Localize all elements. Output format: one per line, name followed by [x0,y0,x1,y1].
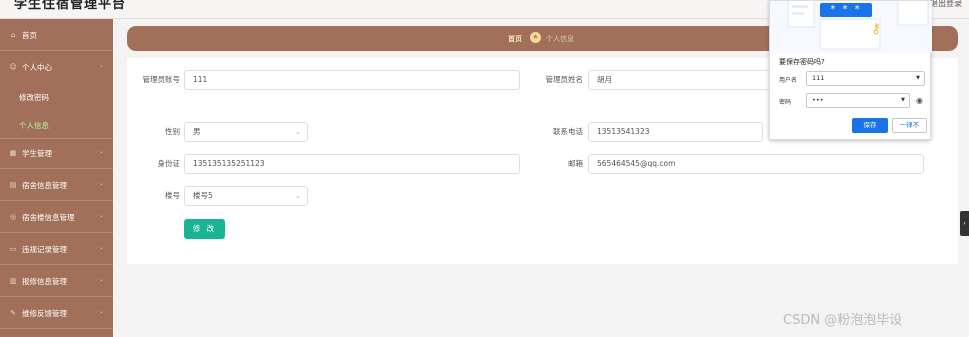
chevron-down-icon: ⌄ [98,180,104,187]
sidebar-item-students[interactable]: ▦ 学生管理 ⌄ [0,137,113,169]
building-label: 楼号 [165,191,180,200]
chevron-down-icon: ⌄ [98,62,104,69]
gender-value: 男 [193,127,201,136]
watermark: CSDN @粉泡泡毕设 [783,313,903,328]
chevron-down-icon: ⌄ [295,192,301,200]
sidebar-subitem-change-password[interactable]: 修改密码 [0,83,113,111]
sidebar-item-label: 个人中心 [22,63,52,72]
sidebar-item-label: 宿舍楼信息管理 [22,213,75,222]
building-icon: ▤ [9,181,17,189]
popup-password-field[interactable]: ••• ▼ [806,93,910,108]
sidebar: ⌂ 首页 ☺ 个人中心 ⌄ 修改密码 个人信息 ▦ 学生管理 ⌄ ▤ 宿舍信息管… [0,19,113,337]
home-icon: ⌂ [10,31,16,39]
grid-icon: ▦ [9,149,17,157]
sidebar-subitem-label: 个人信息 [19,121,49,130]
chevron-down-icon: ⌄ [98,148,104,155]
dropdown-arrow-icon: ▼ [916,75,920,81]
account-label: 管理员账号 [142,75,181,84]
idcard-label: 身份证 [157,159,181,168]
logout-link[interactable]: 退出登录 [930,0,962,9]
sidebar-item-repair-feedback[interactable]: ✎ 维修反馈管理 ⌄ [0,297,113,329]
popup-username-field[interactable]: 111 ▼ [806,71,925,86]
key-icon: ⚷ [871,21,882,37]
sidebar-subitem-personal-info[interactable]: 个人信息 [0,111,113,139]
phone-input[interactable]: 13513541323 [588,122,763,142]
chevron-down-icon: ⌄ [98,244,104,251]
app-title: 学生住宿管理平台 [14,0,127,12]
popup-password-label: 密码 [779,99,792,106]
sidebar-item-home[interactable]: ⌂ 首页 [0,19,113,51]
sidebar-item-label: 学生管理 [22,149,52,158]
email-label: 邮箱 [568,159,583,168]
gender-label: 性别 [165,127,180,136]
submit-button[interactable]: 修 改 [184,219,225,239]
sidebar-item-personal-center[interactable]: ☺ 个人中心 ⌄ [0,51,113,83]
popup-username-value: 111 [812,74,825,82]
phone-label: 联系电话 [553,127,583,136]
save-password-button[interactable]: 保存 [852,118,888,133]
chevron-down-icon: ⌄ [295,128,301,136]
email-input[interactable]: 565464545@qq.com [588,154,924,174]
sidebar-item-dorm-info[interactable]: ▤ 宿舍信息管理 ⌄ [0,169,113,201]
sidebar-item-label: 首页 [22,31,37,40]
location-icon: ◎ [9,213,17,221]
eye-icon[interactable]: ◉ [916,96,923,105]
chart-icon: ▥ [9,277,17,285]
close-icon[interactable]: ⌃ [909,1,917,8]
chevron-down-icon: ⌄ [98,308,104,315]
name-label: 管理员姓名 [545,75,584,84]
doc-icon: ▭ [9,245,17,253]
password-stars: * * * [820,3,872,17]
sidebar-item-repairs[interactable]: ▥ 报修信息管理 ⌄ [0,265,113,297]
side-toggle-tab[interactable]: ‹ [960,211,969,236]
tool-icon: ✎ [10,309,16,317]
save-password-popup: * * * ⚷ ⌃ 要保存密码吗? 用户名 111 ▼ 密码 ••• ▼ ◉ 保… [769,0,932,140]
popup-password-value: ••• [812,96,824,104]
idcard-input[interactable]: 135135135251123 [184,154,520,174]
gender-select[interactable]: 男 ⌄ [184,122,308,142]
building-value: 楼号5 [193,191,213,200]
sidebar-subitem-label: 修改密码 [19,93,49,102]
never-save-button[interactable]: 一律不 [892,118,927,133]
sidebar-item-label: 违规记录管理 [22,245,67,254]
popup-title: 要保存密码吗? [779,58,825,66]
sidebar-item-dorm-building[interactable]: ◎ 宿舍楼信息管理 ⌄ [0,201,113,233]
breadcrumb-current: 个人信息 [546,35,574,43]
popup-username-label: 用户名 [779,77,798,84]
sidebar-item-label: 宿舍信息管理 [22,181,67,190]
chevron-down-icon: ⌄ [98,276,104,283]
star-icon: ★ [530,32,541,43]
building-select[interactable]: 楼号5 ⌄ [184,186,308,206]
password-illustration: * * * ⚷ ⌃ [770,1,932,53]
sidebar-item-violations[interactable]: ▭ 违规记录管理 ⌄ [0,233,113,265]
breadcrumb-home-link[interactable]: 首页 [508,34,522,44]
user-icon: ☺ [9,63,17,71]
sidebar-item-label: 报修信息管理 [22,277,67,286]
account-input[interactable]: 111 [184,70,520,90]
chevron-down-icon: ⌄ [98,212,104,219]
sidebar-item-label: 维修反馈管理 [22,309,67,318]
dropdown-arrow-icon: ▼ [901,97,905,103]
